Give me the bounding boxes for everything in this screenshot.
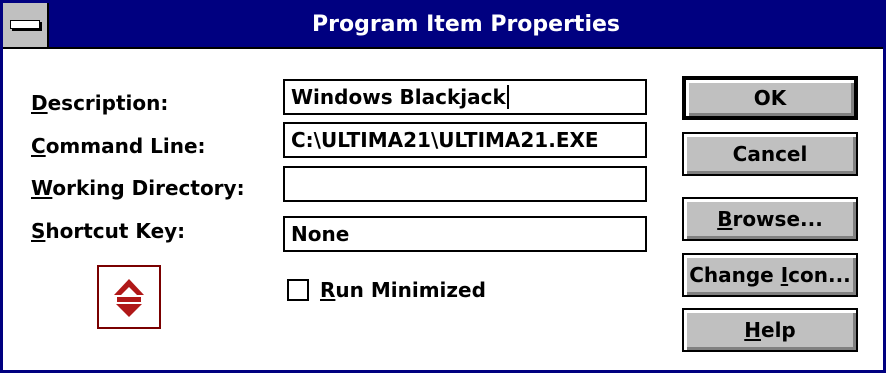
program-icon[interactable] [97, 265, 161, 329]
run-minimized-checkbox[interactable] [287, 279, 309, 301]
description-label: Description: [31, 91, 169, 115]
cancel-button[interactable]: Cancel [682, 132, 858, 176]
description-field[interactable]: Windows Blackjack [283, 79, 647, 115]
blackjack-icon [114, 279, 144, 317]
browse-button[interactable]: Browse... [682, 197, 858, 241]
shortcut-key-label: Shortcut Key: [31, 219, 186, 243]
title-bar[interactable]: Program Item Properties [3, 3, 883, 49]
change-icon-button[interactable]: Change Icon... [682, 253, 858, 297]
text-caret [506, 85, 509, 109]
ok-button[interactable]: OK [682, 76, 858, 120]
working-directory-label: Working Directory: [31, 176, 245, 200]
system-menu-icon[interactable] [3, 3, 49, 47]
help-button[interactable]: Help [682, 308, 858, 352]
window-title: Program Item Properties [312, 12, 620, 37]
shortcut-key-field[interactable]: None [283, 216, 647, 252]
command-line-label: Command Line: [31, 134, 206, 158]
working-directory-field[interactable] [283, 166, 647, 202]
run-minimized-label[interactable]: Run Minimized [320, 276, 486, 304]
command-line-field[interactable]: C:\ULTIMA21\ULTIMA21.EXE [283, 122, 647, 158]
